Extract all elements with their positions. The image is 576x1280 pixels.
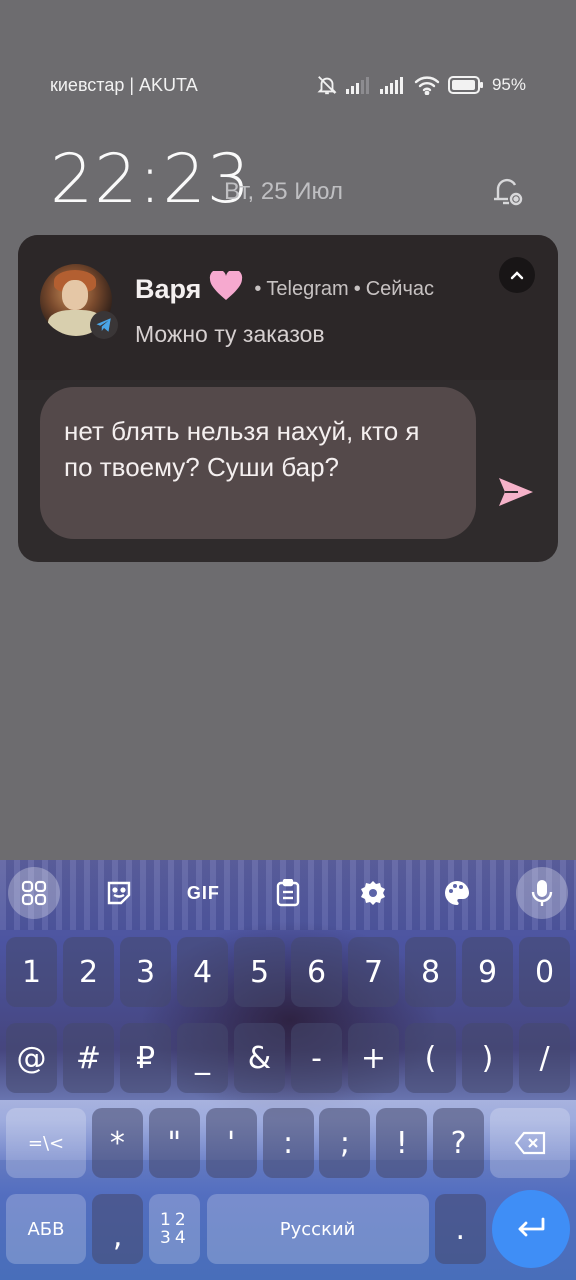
bottom-row: АБВ , 12 34 Русский . [6, 1190, 570, 1268]
key-more-symbols[interactable]: =\< [6, 1108, 86, 1178]
signal-icon [345, 76, 372, 94]
sticker-icon[interactable] [93, 867, 145, 919]
status-bar: киевстар | AKUTA 95% [50, 70, 526, 100]
keyboard-toolbar: GIF [8, 866, 568, 920]
key-double-quote[interactable]: " [148, 1108, 200, 1178]
key-8[interactable]: 8 [405, 937, 456, 1007]
wifi-icon [414, 75, 440, 95]
signal-icon-2 [379, 76, 406, 94]
notification-settings-icon[interactable] [488, 172, 528, 212]
key-3[interactable]: 3 [120, 937, 171, 1007]
battery-percent: 95% [491, 75, 526, 94]
numpad-toggle-button[interactable]: 12 34 [149, 1194, 201, 1264]
symbol-row: @ # ₽ _ & - + ( ) / [6, 1023, 570, 1093]
microphone-icon[interactable] [515, 867, 568, 919]
key-2[interactable]: 2 [63, 937, 114, 1007]
key-hash[interactable]: # [63, 1023, 114, 1093]
key-0[interactable]: 0 [519, 937, 570, 1007]
battery-icon [447, 76, 484, 94]
key-minus[interactable]: - [291, 1023, 342, 1093]
backspace-icon[interactable] [490, 1108, 570, 1178]
status-icons: 95% [316, 74, 526, 96]
key-ruble[interactable]: ₽ [120, 1023, 171, 1093]
key-9[interactable]: 9 [462, 937, 513, 1007]
key-5[interactable]: 5 [234, 937, 285, 1007]
heart-icon [209, 269, 243, 307]
clipboard-icon[interactable] [262, 867, 314, 919]
key-underscore[interactable]: _ [177, 1023, 228, 1093]
enter-button[interactable] [491, 1190, 570, 1268]
number-row: 1 2 3 4 5 6 7 8 9 0 [6, 937, 570, 1007]
key-semicolon[interactable]: ; [319, 1108, 371, 1178]
telegram-icon [90, 311, 118, 339]
lockscreen-date: Вт, 25 Июл [224, 178, 343, 205]
key-6[interactable]: 6 [291, 937, 342, 1007]
collapse-button[interactable] [499, 257, 535, 293]
carrier-label: киевстар | AKUTA [50, 74, 198, 95]
app-name: Telegram [266, 277, 349, 300]
key-exclamation[interactable]: ! [376, 1108, 428, 1178]
notification-time: Сейчас [365, 277, 434, 300]
palette-icon[interactable] [431, 867, 483, 919]
key-colon[interactable]: : [262, 1108, 314, 1178]
keyboard: GIF 1 2 3 4 5 6 7 8 9 0 @ # ₽ _ & - + ( [0, 860, 576, 1280]
bell-muted-icon [316, 74, 338, 96]
reply-input[interactable]: нет блять нельзя нахуй, кто я по твоему?… [40, 387, 476, 539]
key-period[interactable]: . [434, 1194, 486, 1264]
key-plus[interactable]: + [348, 1023, 399, 1093]
key-close-paren[interactable]: ) [462, 1023, 513, 1093]
space-bar[interactable]: Русский [206, 1194, 429, 1264]
notification-message: Можно ту заказов [135, 321, 325, 347]
gif-button[interactable]: GIF [177, 867, 229, 919]
notification-card[interactable]: Варя • Telegram • Сейчас Можно ту заказо… [18, 235, 558, 562]
key-4[interactable]: 4 [177, 937, 228, 1007]
key-question[interactable]: ? [433, 1108, 485, 1178]
apps-grid-icon[interactable] [8, 867, 60, 919]
key-comma[interactable]: , [92, 1194, 144, 1264]
key-at[interactable]: @ [6, 1023, 57, 1093]
lockscreen-clock: 22:23 [50, 140, 251, 219]
key-7[interactable]: 7 [348, 937, 399, 1007]
key-ampersand[interactable]: & [234, 1023, 285, 1093]
send-icon[interactable] [496, 475, 540, 515]
symbol-row-2: =\< * " ' : ; ! ? [6, 1108, 570, 1178]
sender-name: Варя [135, 273, 202, 304]
key-single-quote[interactable]: ' [205, 1108, 257, 1178]
key-1[interactable]: 1 [6, 937, 57, 1007]
key-asterisk[interactable]: * [91, 1108, 143, 1178]
key-open-paren[interactable]: ( [405, 1023, 456, 1093]
key-slash[interactable]: / [519, 1023, 570, 1093]
settings-gear-icon[interactable] [347, 867, 399, 919]
notification-meta: Варя • Telegram • Сейчас [135, 269, 434, 307]
abc-switch-button[interactable]: АБВ [6, 1194, 86, 1264]
